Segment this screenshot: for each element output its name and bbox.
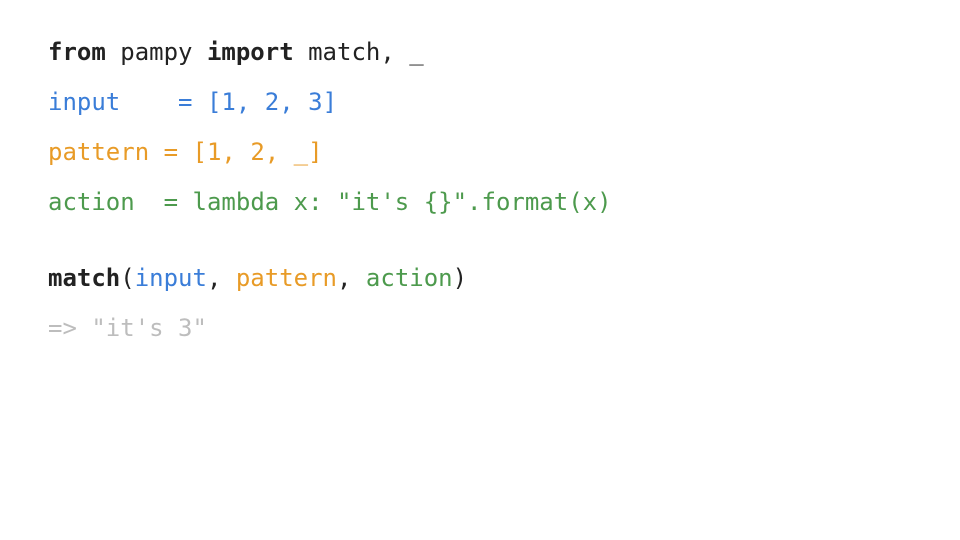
pad [135, 188, 164, 216]
eq-input: = [164, 88, 207, 116]
eq-pattern: = [164, 138, 193, 166]
code-line-pattern: pattern = [1, 2, _] [48, 140, 912, 164]
var-action: action [48, 188, 135, 216]
paren-open: ( [120, 264, 134, 292]
eq-action: = [164, 188, 193, 216]
kw-import: import [207, 38, 294, 66]
arg-input: input [135, 264, 207, 292]
pad [149, 138, 163, 166]
module-name: pampy [106, 38, 207, 66]
sep2: , [337, 264, 366, 292]
arg-action: action [366, 264, 453, 292]
val-action: lambda x: "it's {}".format(x) [193, 188, 612, 216]
code-line-call: match(input, pattern, action) [48, 266, 912, 290]
pad [120, 88, 163, 116]
sep1: , [207, 264, 236, 292]
blank-line [48, 240, 912, 266]
code-line-action: action = lambda x: "it's {}".format(x) [48, 190, 912, 214]
var-pattern: pattern [48, 138, 149, 166]
val-input: [1, 2, 3] [207, 88, 337, 116]
arg-pattern: pattern [236, 264, 337, 292]
fn-match: match [48, 264, 120, 292]
paren-close: ) [453, 264, 467, 292]
code-line-import: from pampy import match, _ [48, 40, 912, 64]
code-line-input: input = [1, 2, 3] [48, 90, 912, 114]
var-input: input [48, 88, 120, 116]
val-pattern: [1, 2, _] [193, 138, 323, 166]
import-names: match, _ [294, 38, 424, 66]
code-line-output: => "it's 3" [48, 316, 912, 340]
kw-from: from [48, 38, 106, 66]
